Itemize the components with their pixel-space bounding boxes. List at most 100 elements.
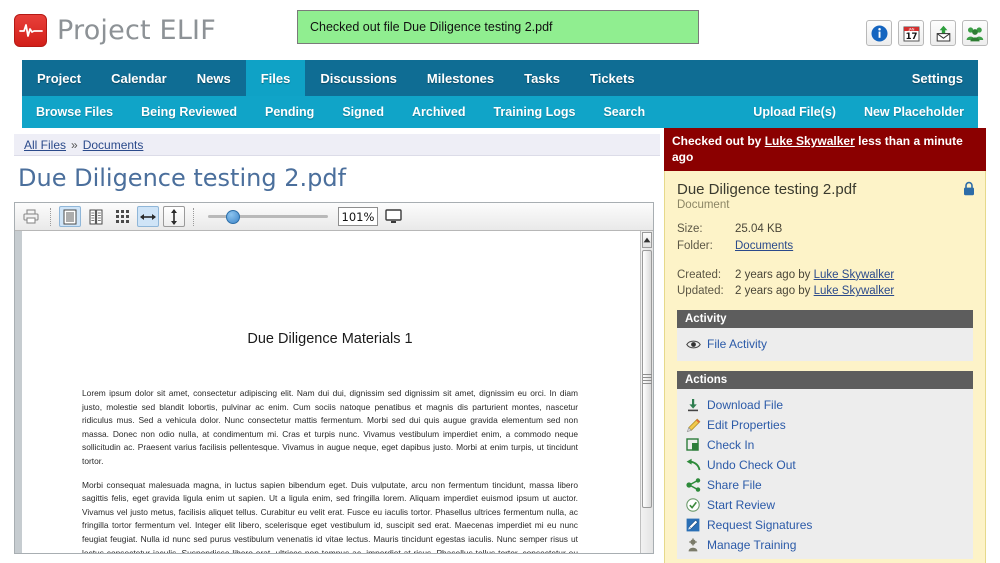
nav-item-project[interactable]: Project bbox=[22, 60, 96, 96]
eye-icon bbox=[685, 336, 701, 352]
checkout-user-link[interactable]: Luke Skywalker bbox=[765, 134, 855, 148]
scrollbar-thumb[interactable] bbox=[642, 250, 652, 508]
file-folder-label: Folder: bbox=[677, 240, 713, 253]
action-download-file[interactable]: Download File bbox=[685, 395, 965, 415]
pdf-toolbar: 101% bbox=[15, 203, 653, 231]
files-subnavigation: Browse Files Being Reviewed Pending Sign… bbox=[22, 96, 978, 128]
print-icon[interactable] bbox=[20, 206, 42, 227]
action-check-in[interactable]: Check In bbox=[685, 435, 965, 455]
zoom-slider-handle[interactable] bbox=[226, 209, 240, 224]
action-edit-properties[interactable]: Edit Properties bbox=[685, 415, 965, 435]
pdf-viewer: 101% Due Diligence Materials 1 Lorem ips… bbox=[14, 202, 654, 554]
subnav-item-search[interactable]: Search bbox=[589, 96, 659, 128]
people-icon[interactable] bbox=[962, 20, 988, 46]
check-in-icon bbox=[685, 437, 701, 453]
pdf-stage: Due Diligence Materials 1 Lorem ipsum do… bbox=[15, 231, 653, 553]
app-header: Project ELIF Checked out file Due Dilige… bbox=[0, 0, 1000, 60]
file-folder-link[interactable]: Documents bbox=[735, 238, 793, 255]
main-navigation: Project Calendar News Files Discussions … bbox=[22, 60, 978, 96]
scrollbar-grip-icon bbox=[642, 372, 652, 386]
nav-item-tasks[interactable]: Tasks bbox=[509, 60, 575, 96]
subnav-item-signed[interactable]: Signed bbox=[328, 96, 398, 128]
subnav-item-new-placeholder[interactable]: New Placeholder bbox=[850, 96, 978, 128]
flash-text: Checked out file Due Diligence testing 2… bbox=[310, 20, 553, 34]
pdf-document-title: Due Diligence Materials 1 bbox=[247, 331, 413, 347]
fit-height-icon[interactable] bbox=[163, 206, 185, 227]
action-start-review[interactable]: Start Review bbox=[685, 495, 965, 515]
action-label: Download File bbox=[707, 398, 784, 413]
activity-section-body: File Activity bbox=[677, 328, 973, 362]
single-page-view-icon[interactable] bbox=[59, 206, 81, 227]
activity-section-heading: Activity bbox=[677, 310, 973, 329]
zoom-level-input[interactable]: 101% bbox=[338, 207, 378, 226]
subnav-item-pending[interactable]: Pending bbox=[251, 96, 328, 128]
pdf-page-content: Due Diligence Materials 1 Lorem ipsum do… bbox=[22, 231, 640, 553]
file-updated-label: Updated: bbox=[677, 285, 724, 298]
subnav-item-upload-files[interactable]: Upload File(s) bbox=[739, 96, 850, 128]
nav-item-tickets[interactable]: Tickets bbox=[575, 60, 650, 96]
grid-view-icon[interactable] bbox=[111, 206, 133, 227]
subnav-item-browse-files[interactable]: Browse Files bbox=[22, 96, 127, 128]
file-size-value: 25.04 KB bbox=[735, 223, 783, 236]
content-area: All Files » Documents Due Diligence test… bbox=[0, 128, 1000, 563]
calendar-icon[interactable]: JAN 17 bbox=[898, 20, 924, 46]
svg-text:17: 17 bbox=[905, 32, 917, 42]
actions-section-body: Download File Edit Properties Check In U… bbox=[677, 389, 973, 560]
nav-item-milestones[interactable]: Milestones bbox=[412, 60, 509, 96]
zoom-slider[interactable] bbox=[208, 206, 328, 227]
file-created-user-link[interactable]: Luke Skywalker bbox=[814, 267, 895, 284]
nav-item-discussions[interactable]: Discussions bbox=[305, 60, 412, 96]
gear-person-icon bbox=[685, 537, 701, 553]
subnav-item-being-reviewed[interactable]: Being Reviewed bbox=[127, 96, 251, 128]
subnav-item-training-logs[interactable]: Training Logs bbox=[479, 96, 589, 128]
activity-item-file-activity[interactable]: File Activity bbox=[685, 334, 965, 354]
sidebar-file-name: Due Diligence testing 2.pdf bbox=[677, 181, 857, 199]
outgoing-mail-icon[interactable] bbox=[930, 20, 956, 46]
action-request-signatures[interactable]: Request Signatures bbox=[685, 515, 965, 535]
file-sidebar: Checked out by Luke Skywalker less than … bbox=[660, 128, 986, 563]
breadcrumb-link-all-files[interactable]: All Files bbox=[24, 138, 66, 152]
nav-item-news[interactable]: News bbox=[182, 60, 246, 96]
fit-width-icon[interactable] bbox=[137, 206, 159, 227]
two-page-view-icon[interactable] bbox=[85, 206, 107, 227]
subnav-item-archived[interactable]: Archived bbox=[398, 96, 480, 128]
pdf-page-canvas[interactable]: Due Diligence Materials 1 Lorem ipsum do… bbox=[15, 231, 640, 553]
file-folder-row: Folder: Documents bbox=[677, 238, 973, 255]
svg-text:JAN: JAN bbox=[907, 27, 914, 31]
file-updated-row: Updated: 2 years ago by Luke Skywalker bbox=[677, 283, 973, 300]
breadcrumb-link-documents[interactable]: Documents bbox=[83, 138, 144, 152]
action-label: Undo Check Out bbox=[707, 458, 796, 473]
header-icon-group: JAN 17 bbox=[866, 20, 988, 46]
info-icon[interactable] bbox=[866, 20, 892, 46]
nav-item-settings[interactable]: Settings bbox=[897, 60, 978, 96]
presentation-icon[interactable] bbox=[382, 206, 404, 227]
main-column: All Files » Documents Due Diligence test… bbox=[0, 128, 660, 563]
subnav-spacer bbox=[659, 96, 739, 128]
undo-arrow-icon bbox=[685, 457, 701, 473]
pencil-icon bbox=[685, 417, 701, 433]
action-share-file[interactable]: Share File bbox=[685, 475, 965, 495]
action-label: Check In bbox=[707, 438, 755, 453]
checkout-status-banner: Checked out by Luke Skywalker less than … bbox=[664, 128, 986, 172]
action-undo-check-out[interactable]: Undo Check Out bbox=[685, 455, 965, 475]
download-icon bbox=[685, 397, 701, 413]
signature-icon bbox=[685, 517, 701, 533]
share-icon bbox=[685, 477, 701, 493]
file-updated-user-link[interactable]: Luke Skywalker bbox=[814, 283, 895, 300]
file-info-card: Due Diligence testing 2.pdf Document Siz… bbox=[664, 171, 986, 563]
page-title: Due Diligence testing 2.pdf bbox=[18, 164, 347, 192]
scroll-up-arrow-icon[interactable] bbox=[642, 232, 652, 248]
action-label: Edit Properties bbox=[707, 418, 786, 433]
toolbar-divider-1 bbox=[50, 207, 51, 226]
app-logo[interactable]: Project ELIF bbox=[14, 13, 216, 47]
file-created-row: Created: 2 years ago by Luke Skywalker bbox=[677, 267, 973, 284]
action-label: Share File bbox=[707, 478, 762, 493]
app-title: Project ELIF bbox=[57, 14, 216, 46]
nav-item-files[interactable]: Files bbox=[245, 60, 306, 96]
file-meta-basic: Size: 25.04 KB Folder: Documents bbox=[677, 221, 973, 254]
nav-item-calendar[interactable]: Calendar bbox=[96, 60, 182, 96]
file-meta-dates: Created: 2 years ago by Luke Skywalker U… bbox=[677, 267, 973, 300]
pdf-vertical-scrollbar[interactable] bbox=[640, 231, 653, 553]
action-manage-training[interactable]: Manage Training bbox=[685, 535, 965, 555]
